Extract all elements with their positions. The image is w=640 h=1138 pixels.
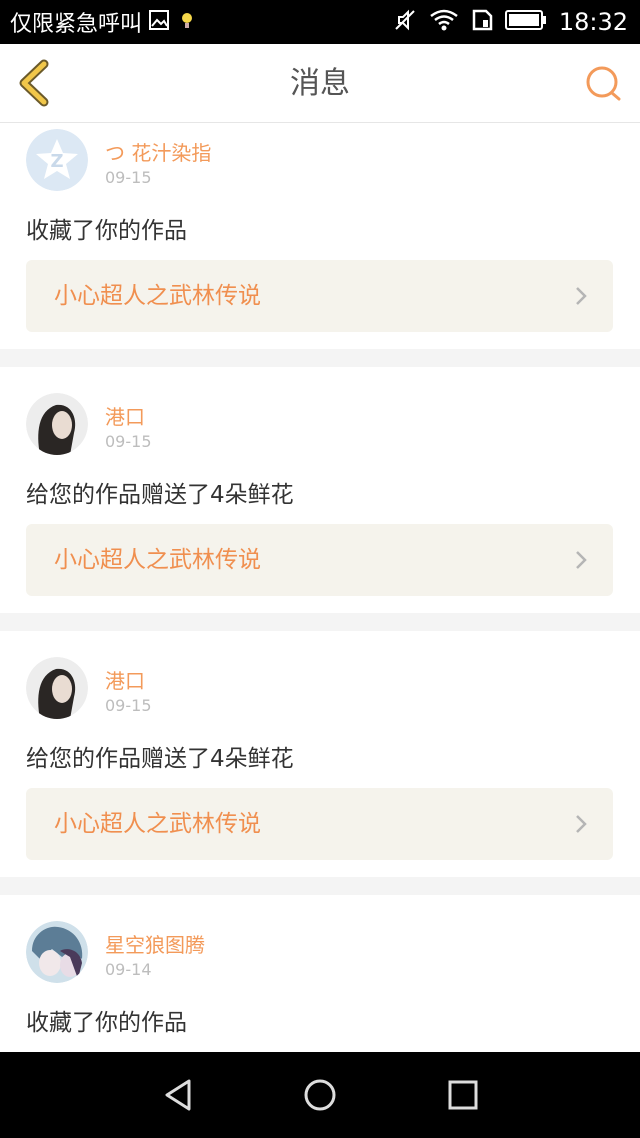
sim-icon bbox=[471, 8, 493, 36]
user-name[interactable]: つ 花汁染指 bbox=[105, 137, 211, 166]
work-link[interactable]: 小心超人之武林传说 bbox=[26, 260, 613, 332]
message-card: Z つ 花汁染指 09-15 收藏了你的作品 小心超人之武林传说 bbox=[0, 123, 640, 349]
user-name[interactable]: 港口 bbox=[105, 665, 145, 694]
user-name[interactable]: 星空狼图腾 bbox=[105, 929, 205, 958]
message-text: 收藏了你的作品 bbox=[26, 218, 187, 244]
message-text: 给您的作品赠送了4朵鲜花 bbox=[26, 482, 294, 508]
anime-avatar-icon bbox=[26, 921, 88, 983]
message-card: 星空狼图腾 09-14 收藏了你的作品 bbox=[0, 895, 640, 1052]
portrait-avatar-icon bbox=[26, 657, 88, 719]
status-right: 18:32 bbox=[393, 8, 640, 36]
work-link[interactable]: 小心超人之武林传说 bbox=[26, 788, 613, 860]
message-text: 收藏了你的作品 bbox=[26, 1010, 187, 1036]
home-circle-icon[interactable] bbox=[302, 1077, 338, 1113]
message-card: 港口 09-15 给您的作品赠送了4朵鲜花 小心超人之武林传说 bbox=[0, 631, 640, 877]
message-feed[interactable]: Z つ 花汁染指 09-15 收藏了你的作品 小心超人之武林传说 港口 09-1… bbox=[0, 123, 640, 1052]
work-link[interactable]: 小心超人之武林传说 bbox=[26, 524, 613, 596]
mute-icon bbox=[393, 8, 417, 36]
page-title: 消息 bbox=[290, 66, 350, 101]
carrier-text: 仅限紧急呼叫 bbox=[10, 12, 143, 37]
back-triangle-icon[interactable] bbox=[161, 1077, 197, 1113]
work-title: 小心超人之武林传说 bbox=[54, 547, 261, 573]
message-card: 港口 09-15 给您的作品赠送了4朵鲜花 小心超人之武林传说 bbox=[0, 367, 640, 613]
clock: 18:32 bbox=[558, 8, 628, 36]
recents-square-icon[interactable] bbox=[445, 1077, 481, 1113]
image-icon bbox=[148, 9, 170, 35]
chevron-right-icon bbox=[576, 551, 587, 569]
wifi-icon bbox=[429, 8, 459, 36]
message-date: 09-15 bbox=[105, 168, 152, 187]
chevron-right-icon bbox=[576, 287, 587, 305]
portrait-avatar-icon bbox=[26, 393, 88, 455]
work-title: 小心超人之武林传说 bbox=[54, 283, 261, 309]
avatar[interactable] bbox=[26, 921, 88, 983]
app-header: 消息 bbox=[0, 44, 640, 123]
status-bar: 仅限紧急呼叫 18:32 bbox=[0, 0, 640, 44]
user-name[interactable]: 港口 bbox=[105, 401, 145, 430]
message-date: 09-15 bbox=[105, 432, 152, 451]
qq-default-avatar-icon: Z bbox=[26, 129, 88, 191]
avatar[interactable] bbox=[26, 657, 88, 719]
avatar[interactable] bbox=[26, 393, 88, 455]
search-button[interactable] bbox=[582, 62, 626, 106]
battery-icon bbox=[504, 9, 547, 35]
search-icon bbox=[586, 66, 621, 101]
system-nav-bar bbox=[0, 1052, 640, 1138]
status-left: 仅限紧急呼叫 bbox=[0, 6, 198, 38]
avatar[interactable]: Z bbox=[26, 129, 88, 191]
message-date: 09-15 bbox=[105, 696, 152, 715]
message-text: 给您的作品赠送了4朵鲜花 bbox=[26, 746, 294, 772]
chevron-right-icon bbox=[576, 815, 587, 833]
message-date: 09-14 bbox=[105, 960, 152, 979]
svg-text:Z: Z bbox=[50, 151, 63, 172]
bulb-icon bbox=[176, 9, 198, 35]
work-title: 小心超人之武林传说 bbox=[54, 811, 261, 837]
